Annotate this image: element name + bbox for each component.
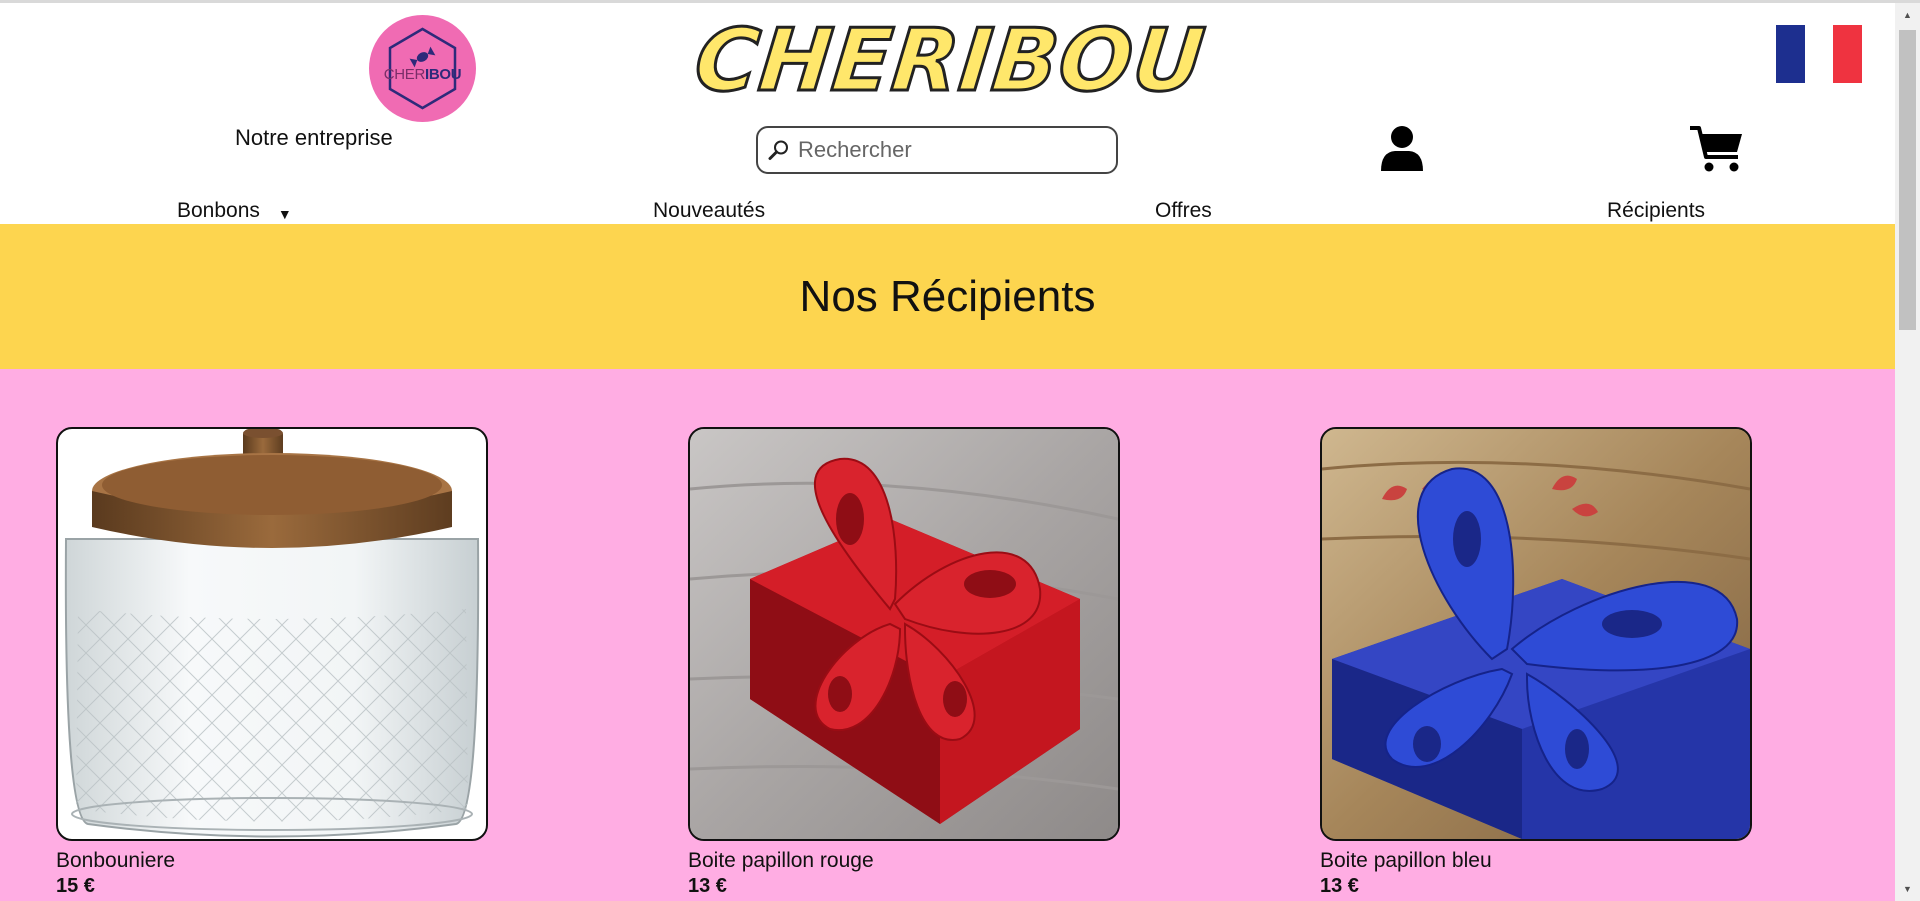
nav-item-offres[interactable]: Offres <box>1155 199 1212 223</box>
page-banner: Nos Récipients <box>0 224 1895 369</box>
cart-icon[interactable] <box>1690 125 1744 173</box>
nav-item-recipients[interactable]: Récipients <box>1607 199 1705 223</box>
search-input[interactable] <box>796 136 1100 164</box>
product-grid: Bonbouniere 15 € Boite papillon rouge 13… <box>0 369 1895 901</box>
scroll-thumb[interactable] <box>1899 30 1916 330</box>
blue-butterfly-box-image <box>1322 429 1750 839</box>
search-box[interactable] <box>756 126 1118 174</box>
product-image[interactable] <box>1320 427 1752 841</box>
product-card[interactable]: Boite papillon bleu 13 € <box>1320 427 1752 898</box>
product-name[interactable]: Boite papillon rouge <box>688 849 1120 873</box>
company-link[interactable]: Notre entreprise <box>235 125 393 151</box>
product-name[interactable]: Bonbouniere <box>56 849 488 873</box>
product-card[interactable]: Bonbouniere 15 € <box>56 427 488 898</box>
search-icon <box>768 140 788 160</box>
product-price: 15 € <box>56 875 95 897</box>
glass-jar-image <box>64 429 480 838</box>
candy-icon <box>409 46 436 68</box>
dropdown-caret-icon: ▼ <box>277 206 292 222</box>
main-nav: Bonbons ▼ Nouveautés Offres Récipients <box>0 199 1895 227</box>
user-icon[interactable] <box>1381 125 1423 173</box>
product-price: 13 € <box>688 875 727 897</box>
red-butterfly-box-image <box>690 429 1118 839</box>
product-card[interactable]: Boite papillon rouge 13 € <box>688 427 1120 898</box>
logo-text: CHERIBOU <box>383 66 462 83</box>
scroll-up-icon[interactable]: ▲ <box>1899 7 1916 24</box>
nav-item-nouveautes[interactable]: Nouveautés <box>653 199 765 223</box>
scroll-down-icon[interactable]: ▼ <box>1899 881 1916 898</box>
product-price: 13 € <box>1320 875 1359 897</box>
product-name[interactable]: Boite papillon bleu <box>1320 849 1752 873</box>
brand-title[interactable]: CHERIBOU <box>685 10 1216 113</box>
product-image[interactable] <box>688 427 1120 841</box>
fr-flag-icon[interactable] <box>1776 25 1863 83</box>
site-header: CHERIBOU Notre entreprise CHERIBOU Bonbo… <box>0 3 1895 224</box>
logo[interactable]: CHERIBOU <box>369 15 476 122</box>
product-image[interactable] <box>56 427 488 841</box>
page-title: Nos Récipients <box>799 271 1096 321</box>
nav-item-bonbons[interactable]: Bonbons ▼ <box>177 199 292 223</box>
